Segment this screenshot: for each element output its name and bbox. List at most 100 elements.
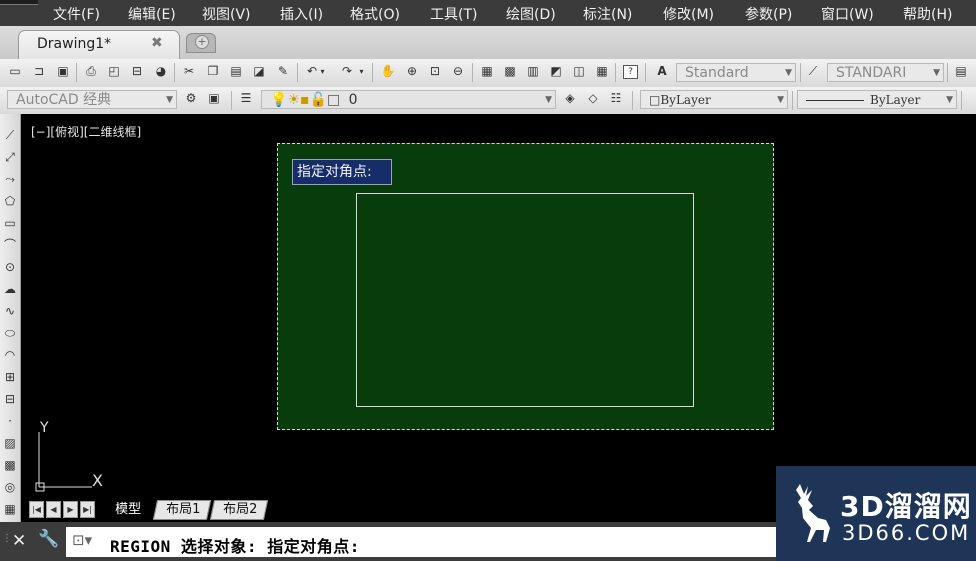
undo-dropdown-icon[interactable]: ▾: [318, 64, 327, 79]
print-icon[interactable]: ⎙: [83, 64, 99, 79]
match-properties-icon[interactable]: ◪: [251, 64, 267, 79]
new-file-icon[interactable]: ▭: [7, 64, 23, 79]
menu-draw[interactable]: 绘图(D): [506, 4, 556, 24]
polygon-icon[interactable]: ⬠: [2, 193, 18, 209]
previous-layout-icon[interactable]: ◀: [46, 501, 61, 518]
save-icon[interactable]: ▣: [55, 64, 71, 79]
make-current-layer-icon[interactable]: ◈: [562, 91, 578, 106]
gradient-icon[interactable]: ▩: [2, 457, 18, 473]
region-icon[interactable]: ◎: [2, 479, 18, 495]
layer-color-swatch-icon: □: [326, 92, 341, 108]
color-select[interactable]: □ByLayer ▼: [640, 90, 788, 109]
command-text: REGION 选择对象: 指定对角点:: [110, 537, 360, 556]
publish-3d-icon[interactable]: ◕: [153, 64, 169, 79]
circle-icon[interactable]: ⊙: [2, 259, 18, 275]
tab-drawing1[interactable]: Drawing1* ✖: [18, 30, 180, 59]
polyline-icon[interactable]: ⤳: [2, 171, 18, 187]
layer-previous-icon[interactable]: ◇: [585, 91, 601, 106]
first-layout-icon[interactable]: |◀: [29, 501, 44, 518]
new-tab-button[interactable]: +: [186, 33, 216, 53]
open-folder-icon[interactable]: ⊐: [31, 64, 47, 79]
print-preview-icon[interactable]: ◰: [106, 64, 122, 79]
point-icon[interactable]: ·: [2, 413, 18, 429]
tab-title: Drawing1*: [37, 36, 112, 52]
menu-window[interactable]: 窗口(W): [821, 4, 874, 24]
menu-view[interactable]: 视图(V): [202, 4, 251, 24]
sun-icon: ☀: [287, 92, 300, 108]
tool-palettes-icon[interactable]: ▥: [525, 64, 541, 79]
block-editor-icon[interactable]: ✎: [275, 64, 291, 79]
chevron-down-icon: ▼: [777, 95, 784, 105]
menu-file[interactable]: 文件(F): [53, 4, 100, 24]
menu-dimension[interactable]: 标注(N): [583, 4, 632, 24]
sheet-set-icon[interactable]: ◩: [548, 64, 564, 79]
construction-line-icon[interactable]: ⤢: [2, 149, 18, 165]
table-style-icon[interactable]: ▤: [953, 64, 969, 79]
pan-icon[interactable]: ✋: [380, 64, 396, 79]
menu-tools[interactable]: 工具(T): [430, 4, 477, 24]
dim-style-select[interactable]: STANDARI ▼: [827, 63, 944, 82]
line-icon[interactable]: ⟋: [2, 127, 18, 143]
ellipse-icon[interactable]: ⬭: [2, 325, 18, 341]
make-block-icon[interactable]: ⊟: [2, 391, 18, 407]
cut-icon[interactable]: ✂: [181, 64, 197, 79]
ucs-icon: Y X: [35, 420, 103, 492]
redo-icon[interactable]: ↷: [339, 64, 355, 79]
workspace-select[interactable]: AutoCAD 经典 ▼: [7, 90, 177, 109]
copy-icon[interactable]: ❐: [205, 64, 221, 79]
wrench-icon[interactable]: 🔧: [38, 529, 59, 549]
last-layout-icon[interactable]: ▶|: [80, 501, 95, 518]
close-tab-icon[interactable]: ✖: [151, 35, 163, 51]
menu-parametric[interactable]: 参数(P): [745, 4, 792, 24]
chevron-down-icon: ▼: [785, 68, 792, 78]
drawn-rectangle[interactable]: [356, 193, 694, 407]
layer-states-icon[interactable]: ☷: [608, 91, 624, 106]
menu-format[interactable]: 格式(O): [350, 4, 400, 24]
close-icon[interactable]: ✕: [12, 531, 26, 551]
menu-insert[interactable]: 插入(I): [280, 4, 323, 24]
next-layout-icon[interactable]: ▶: [63, 501, 78, 518]
zoom-window-icon[interactable]: ⊡: [427, 64, 443, 79]
table-icon[interactable]: ▦: [2, 501, 18, 517]
tab-layout1[interactable]: 布局1: [152, 500, 212, 520]
linetype-preview: [806, 100, 864, 101]
menu-edit[interactable]: 编辑(E): [128, 4, 176, 24]
markup-icon[interactable]: ◫: [571, 64, 587, 79]
plus-icon: +: [195, 35, 209, 49]
tab-model[interactable]: 模型: [101, 500, 153, 520]
help-icon[interactable]: ?: [623, 65, 638, 79]
workspace-settings-gear-icon[interactable]: ⚙: [183, 91, 199, 106]
chevron-down-icon: ▼: [166, 95, 173, 105]
workspace-toolbar-icon[interactable]: ▣: [206, 91, 222, 106]
lock-icon: 🔓: [309, 92, 327, 108]
paste-icon[interactable]: ▤: [228, 64, 244, 79]
zoom-previous-icon[interactable]: ⊖: [450, 64, 466, 79]
menu-modify[interactable]: 修改(M): [663, 4, 714, 24]
dim-style-icon[interactable]: ⟋: [805, 64, 821, 79]
spline-icon[interactable]: ∿: [2, 303, 18, 319]
publish-icon[interactable]: ⊟: [129, 64, 145, 79]
design-center-icon[interactable]: ▩: [502, 64, 518, 79]
linetype-select[interactable]: ByLayer ▼: [797, 90, 957, 109]
revision-cloud-icon[interactable]: ☁: [2, 281, 18, 297]
properties-icon[interactable]: ▦: [479, 64, 495, 79]
tab-layout2[interactable]: 布局2: [209, 500, 269, 520]
menu-bar: 文件(F) 编辑(E) 视图(V) 插入(I) 格式(O) 工具(T) 绘图(D…: [0, 0, 976, 26]
grip-handle-icon[interactable]: ⋮: [2, 533, 12, 544]
hatch-icon[interactable]: ▨: [2, 435, 18, 451]
rectangle-icon[interactable]: ▭: [2, 215, 18, 231]
text-style-icon[interactable]: A: [654, 64, 670, 79]
arc-icon[interactable]: ⌒: [2, 237, 18, 253]
application-button[interactable]: [0, 0, 38, 5]
zoom-realtime-icon[interactable]: ⊕: [404, 64, 420, 79]
viewport-controls-label[interactable]: [−][俯视][二维线框]: [31, 123, 141, 140]
ellipse-arc-icon[interactable]: ◠: [2, 347, 18, 363]
layer-properties-icon[interactable]: ☰: [238, 91, 254, 106]
insert-block-icon[interactable]: ⊞: [2, 369, 18, 385]
menu-help[interactable]: 帮助(H): [903, 4, 952, 24]
layer-select[interactable]: 💡☀▪🔓□ 0 ▼: [261, 90, 556, 109]
text-style-select[interactable]: Standard ▼: [676, 63, 796, 82]
redo-dropdown-icon[interactable]: ▾: [357, 64, 366, 79]
command-prompt-icon[interactable]: ⊡▾: [72, 531, 92, 549]
quickcalc-icon[interactable]: ▦: [594, 64, 610, 79]
